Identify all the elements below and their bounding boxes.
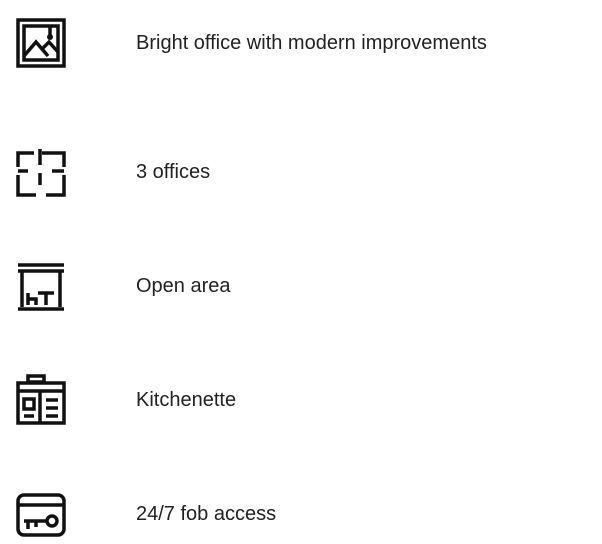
feature-item-kitchenette: Kitchenette (0, 370, 602, 430)
open-area-icon (12, 257, 70, 315)
feature-label: 24/7 fob access (136, 503, 277, 525)
feature-list: Bright office with modern improvements 3… (0, 0, 602, 537)
feature-label: Open area (136, 275, 231, 297)
floor-plan-icon (12, 143, 70, 201)
feature-item-offices: 3 offices (0, 142, 602, 202)
kitchen-cabinet-icon (12, 371, 70, 429)
landscape-picture-icon (12, 14, 70, 72)
feature-item-fob-access: 24/7 fob access (0, 484, 602, 544)
feature-label: Bright office with modern improvements (136, 32, 487, 54)
feature-label: Kitchenette (136, 389, 237, 411)
feature-label: 3 offices (136, 161, 211, 183)
feature-item-open-area: Open area (0, 256, 602, 316)
key-fob-icon (12, 485, 70, 543)
feature-item-bright-office: Bright office with modern improvements (0, 13, 602, 73)
